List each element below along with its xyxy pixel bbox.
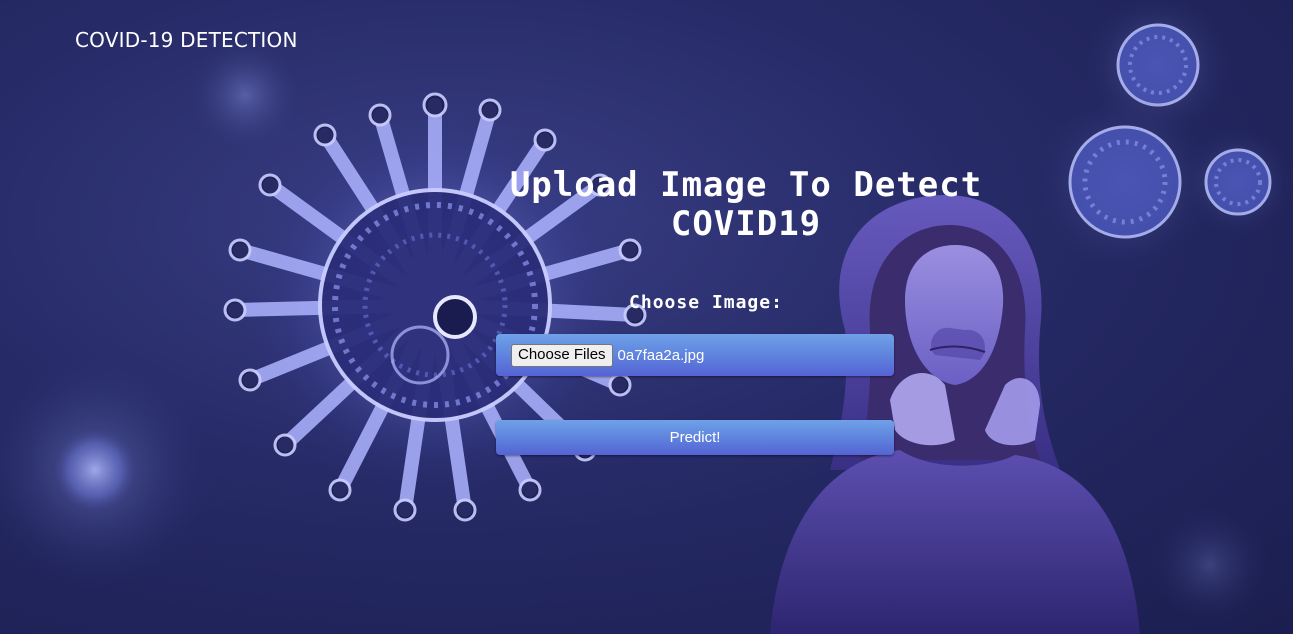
- predict-button[interactable]: Predict!: [496, 420, 894, 455]
- page-title-line-1: Upload Image To Detect: [509, 165, 983, 205]
- page-title-line-2: COVID19: [670, 204, 822, 244]
- choose-image-label: Choose Image:: [629, 292, 783, 313]
- choose-files-button[interactable]: Choose Files: [511, 343, 613, 367]
- faint-virus-top-icon: [185, 35, 305, 155]
- file-input-field[interactable]: Choose Files 0a7faa2a.jpg: [496, 334, 894, 376]
- selected-file-name: 0a7faa2a.jpg: [617, 346, 705, 364]
- brand-title[interactable]: COVID-19 DETECTION: [75, 28, 298, 52]
- page-title: Upload Image To Detect COVID19: [446, 166, 1046, 244]
- background-illustration: [0, 0, 1293, 634]
- faint-virus-left-icon: [0, 350, 215, 590]
